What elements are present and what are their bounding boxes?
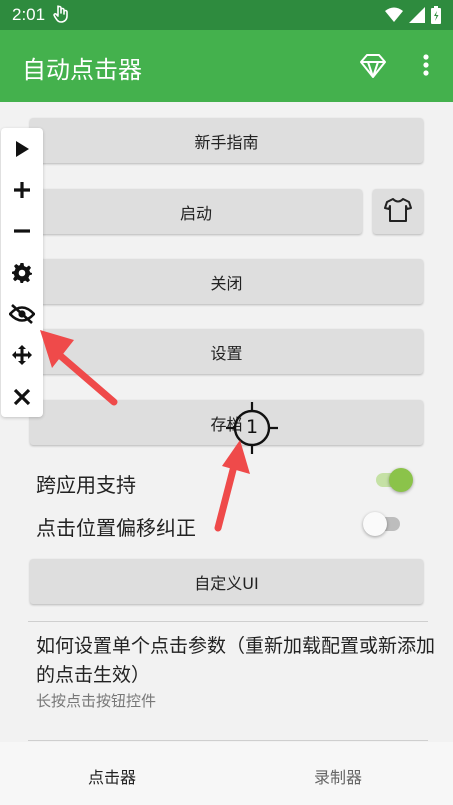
offset-fix-toggle[interactable]	[362, 509, 404, 539]
status-time: 2:01	[12, 5, 46, 24]
floating-toolbar	[1, 128, 43, 417]
click-target-number: 1	[245, 416, 259, 438]
cross-app-label: 跨应用支持	[36, 473, 136, 497]
gem-icon[interactable]	[358, 52, 388, 80]
hand-icon	[52, 4, 70, 28]
tab-clicker[interactable]: 点击器	[88, 764, 136, 788]
plus-icon[interactable]	[8, 176, 36, 204]
app-bar: 自动点击器	[0, 30, 453, 102]
more-vert-icon[interactable]	[414, 52, 438, 80]
app-title: 自动点击器	[22, 56, 142, 84]
minus-icon[interactable]	[8, 217, 36, 245]
custom-ui-button[interactable]: 自定义UI	[30, 559, 423, 604]
start-button[interactable]: 启动	[30, 189, 362, 234]
divider	[28, 740, 428, 741]
click-target-crosshair[interactable]: 1	[226, 402, 278, 454]
eye-off-icon[interactable]	[8, 300, 36, 328]
shirt-icon	[384, 197, 412, 227]
info-subtitle: 长按点击按钮控件	[36, 692, 157, 710]
battery-icon	[431, 6, 441, 28]
play-icon[interactable]	[8, 135, 36, 163]
settings-gear-icon[interactable]	[8, 259, 36, 287]
move-icon[interactable]	[8, 341, 36, 369]
info-title: 如何设置单个点击参数（重新加载配置或新添加的点击生效）	[36, 635, 436, 686]
stop-button[interactable]: 关闭	[30, 259, 423, 304]
theme-button[interactable]	[373, 189, 423, 234]
divider	[28, 621, 428, 622]
tab-recorder[interactable]: 录制器	[314, 764, 362, 788]
close-icon[interactable]	[8, 383, 36, 411]
offset-fix-label: 点击位置偏移纠正	[36, 516, 196, 540]
guide-button[interactable]: 新手指南	[30, 118, 423, 163]
signal-icon	[409, 7, 425, 27]
status-bar: 2:01	[0, 0, 453, 30]
settings-button[interactable]: 设置	[30, 329, 423, 374]
cross-app-toggle[interactable]	[372, 465, 414, 495]
bottom-nav: 点击器 录制器	[0, 742, 453, 805]
wifi-icon	[385, 7, 403, 27]
